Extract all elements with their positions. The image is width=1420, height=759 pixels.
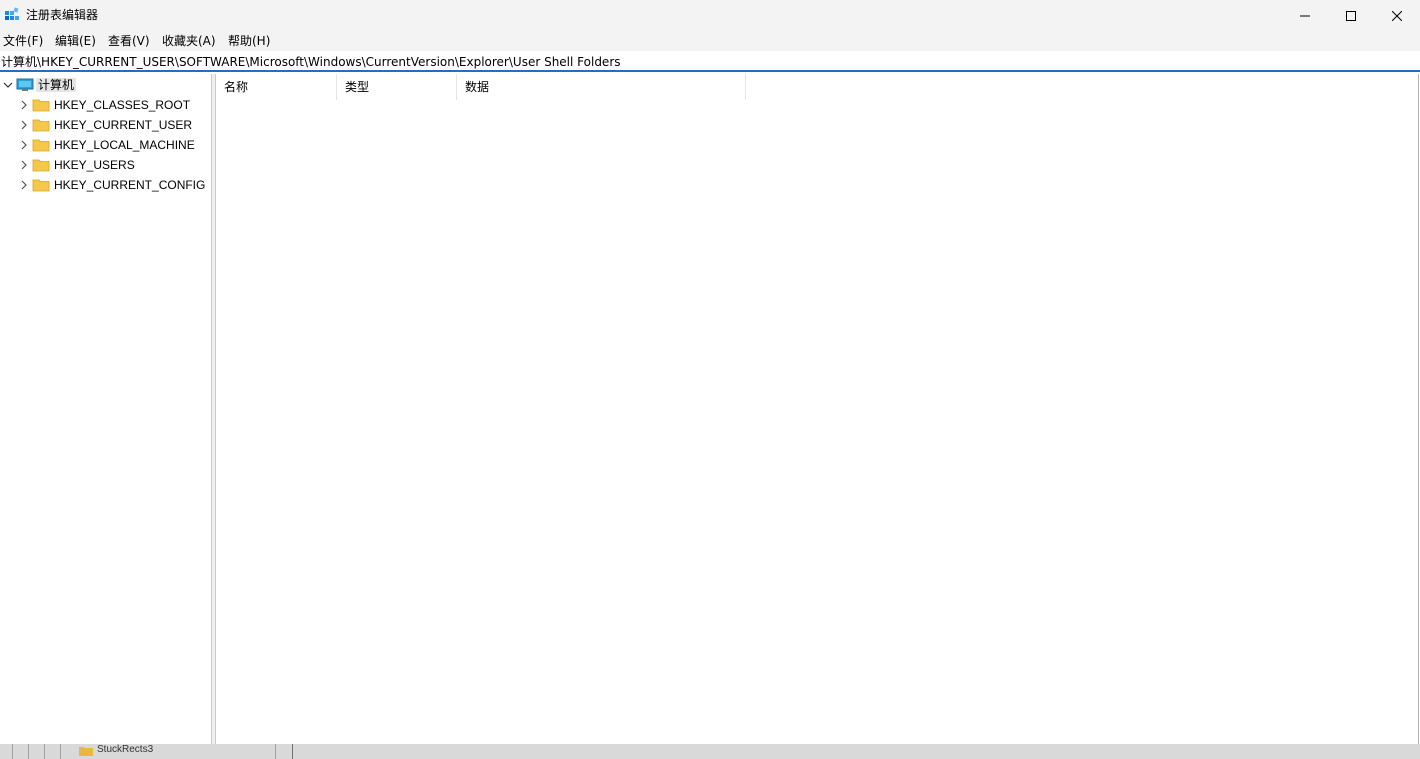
menu-file[interactable]: 文件(F) xyxy=(3,33,43,49)
tree-item-label: HKEY_CLASSES_ROOT xyxy=(54,98,191,112)
chevron-down-icon[interactable] xyxy=(3,80,13,90)
tree-pane[interactable]: 计算机 HKEY_CLASSES_ROOT HKEY_CURRENT_USER xyxy=(0,74,211,744)
folder-icon xyxy=(32,99,50,112)
tree-item-label: HKEY_CURRENT_CONFIG xyxy=(54,178,206,192)
tree-guide-line xyxy=(292,744,293,759)
tree-item-hkey-local-machine[interactable]: HKEY_LOCAL_MACHINE xyxy=(0,135,211,155)
tree-guide-line xyxy=(275,744,276,759)
folder-icon xyxy=(32,139,50,152)
maximize-button[interactable] xyxy=(1328,0,1374,31)
menu-view[interactable]: 查看(V) xyxy=(108,33,150,49)
menu-edit[interactable]: 编辑(E) xyxy=(55,33,96,49)
tree-item-label: HKEY_LOCAL_MACHINE xyxy=(54,138,195,152)
list-header: 名称 类型 数据 xyxy=(216,74,746,100)
tree-guide-line xyxy=(12,744,13,759)
tree-item-computer[interactable]: 计算机 xyxy=(0,75,211,95)
tree-guide-line xyxy=(44,744,45,759)
minimize-button[interactable] xyxy=(1282,0,1328,31)
menu-bar: 文件(F) 编辑(E) 查看(V) 收藏夹(A) 帮助(H) xyxy=(0,31,1420,51)
menu-help[interactable]: 帮助(H) xyxy=(228,33,270,49)
maximize-icon xyxy=(1346,10,1356,21)
registry-editor-window: 注册表编辑器 文件(F) 编辑(E) 查看(V) 收藏夹(A) 帮助(H) 计算… xyxy=(0,0,1420,744)
chevron-right-icon[interactable] xyxy=(19,180,29,190)
values-list-pane[interactable]: 名称 类型 数据 xyxy=(216,74,1419,744)
chevron-right-icon[interactable] xyxy=(19,140,29,150)
background-tree-label: StuckRects3 xyxy=(97,744,154,755)
tree-item-label: 计算机 xyxy=(36,78,77,92)
background-window-strip: StuckRects3 xyxy=(0,744,1420,759)
folder-icon xyxy=(32,119,50,132)
tree-item-hkey-users[interactable]: HKEY_USERS xyxy=(0,155,211,175)
registry-editor-icon xyxy=(5,7,19,20)
folder-icon xyxy=(32,179,50,192)
chevron-right-icon[interactable] xyxy=(19,160,29,170)
address-bar[interactable]: 计算机\HKEY_CURRENT_USER\SOFTWARE\Microsoft… xyxy=(0,52,1420,72)
chevron-right-icon[interactable] xyxy=(19,100,29,110)
computer-icon xyxy=(16,78,34,91)
column-header-name[interactable]: 名称 xyxy=(216,74,337,100)
folder-icon xyxy=(79,747,93,756)
title-bar[interactable]: 注册表编辑器 xyxy=(0,0,1420,31)
column-header-data[interactable]: 数据 xyxy=(457,74,746,100)
window-title: 注册表编辑器 xyxy=(26,8,99,22)
menu-favorites[interactable]: 收藏夹(A) xyxy=(162,33,216,49)
close-button[interactable] xyxy=(1374,0,1420,31)
minimize-icon xyxy=(1300,15,1310,16)
tree-guide-line xyxy=(28,744,29,759)
folder-icon xyxy=(32,159,50,172)
column-header-type[interactable]: 类型 xyxy=(337,74,457,100)
tree-item-hkey-current-user[interactable]: HKEY_CURRENT_USER xyxy=(0,115,211,135)
tree-item-label: HKEY_USERS xyxy=(54,158,135,172)
tree-item-hkey-classes-root[interactable]: HKEY_CLASSES_ROOT xyxy=(0,95,211,115)
tree-guide-line xyxy=(60,744,61,759)
chevron-right-icon[interactable] xyxy=(19,120,29,130)
tree-item-label: HKEY_CURRENT_USER xyxy=(54,118,193,132)
tree-item-hkey-current-config[interactable]: HKEY_CURRENT_CONFIG xyxy=(0,175,211,195)
close-icon xyxy=(1392,10,1402,21)
